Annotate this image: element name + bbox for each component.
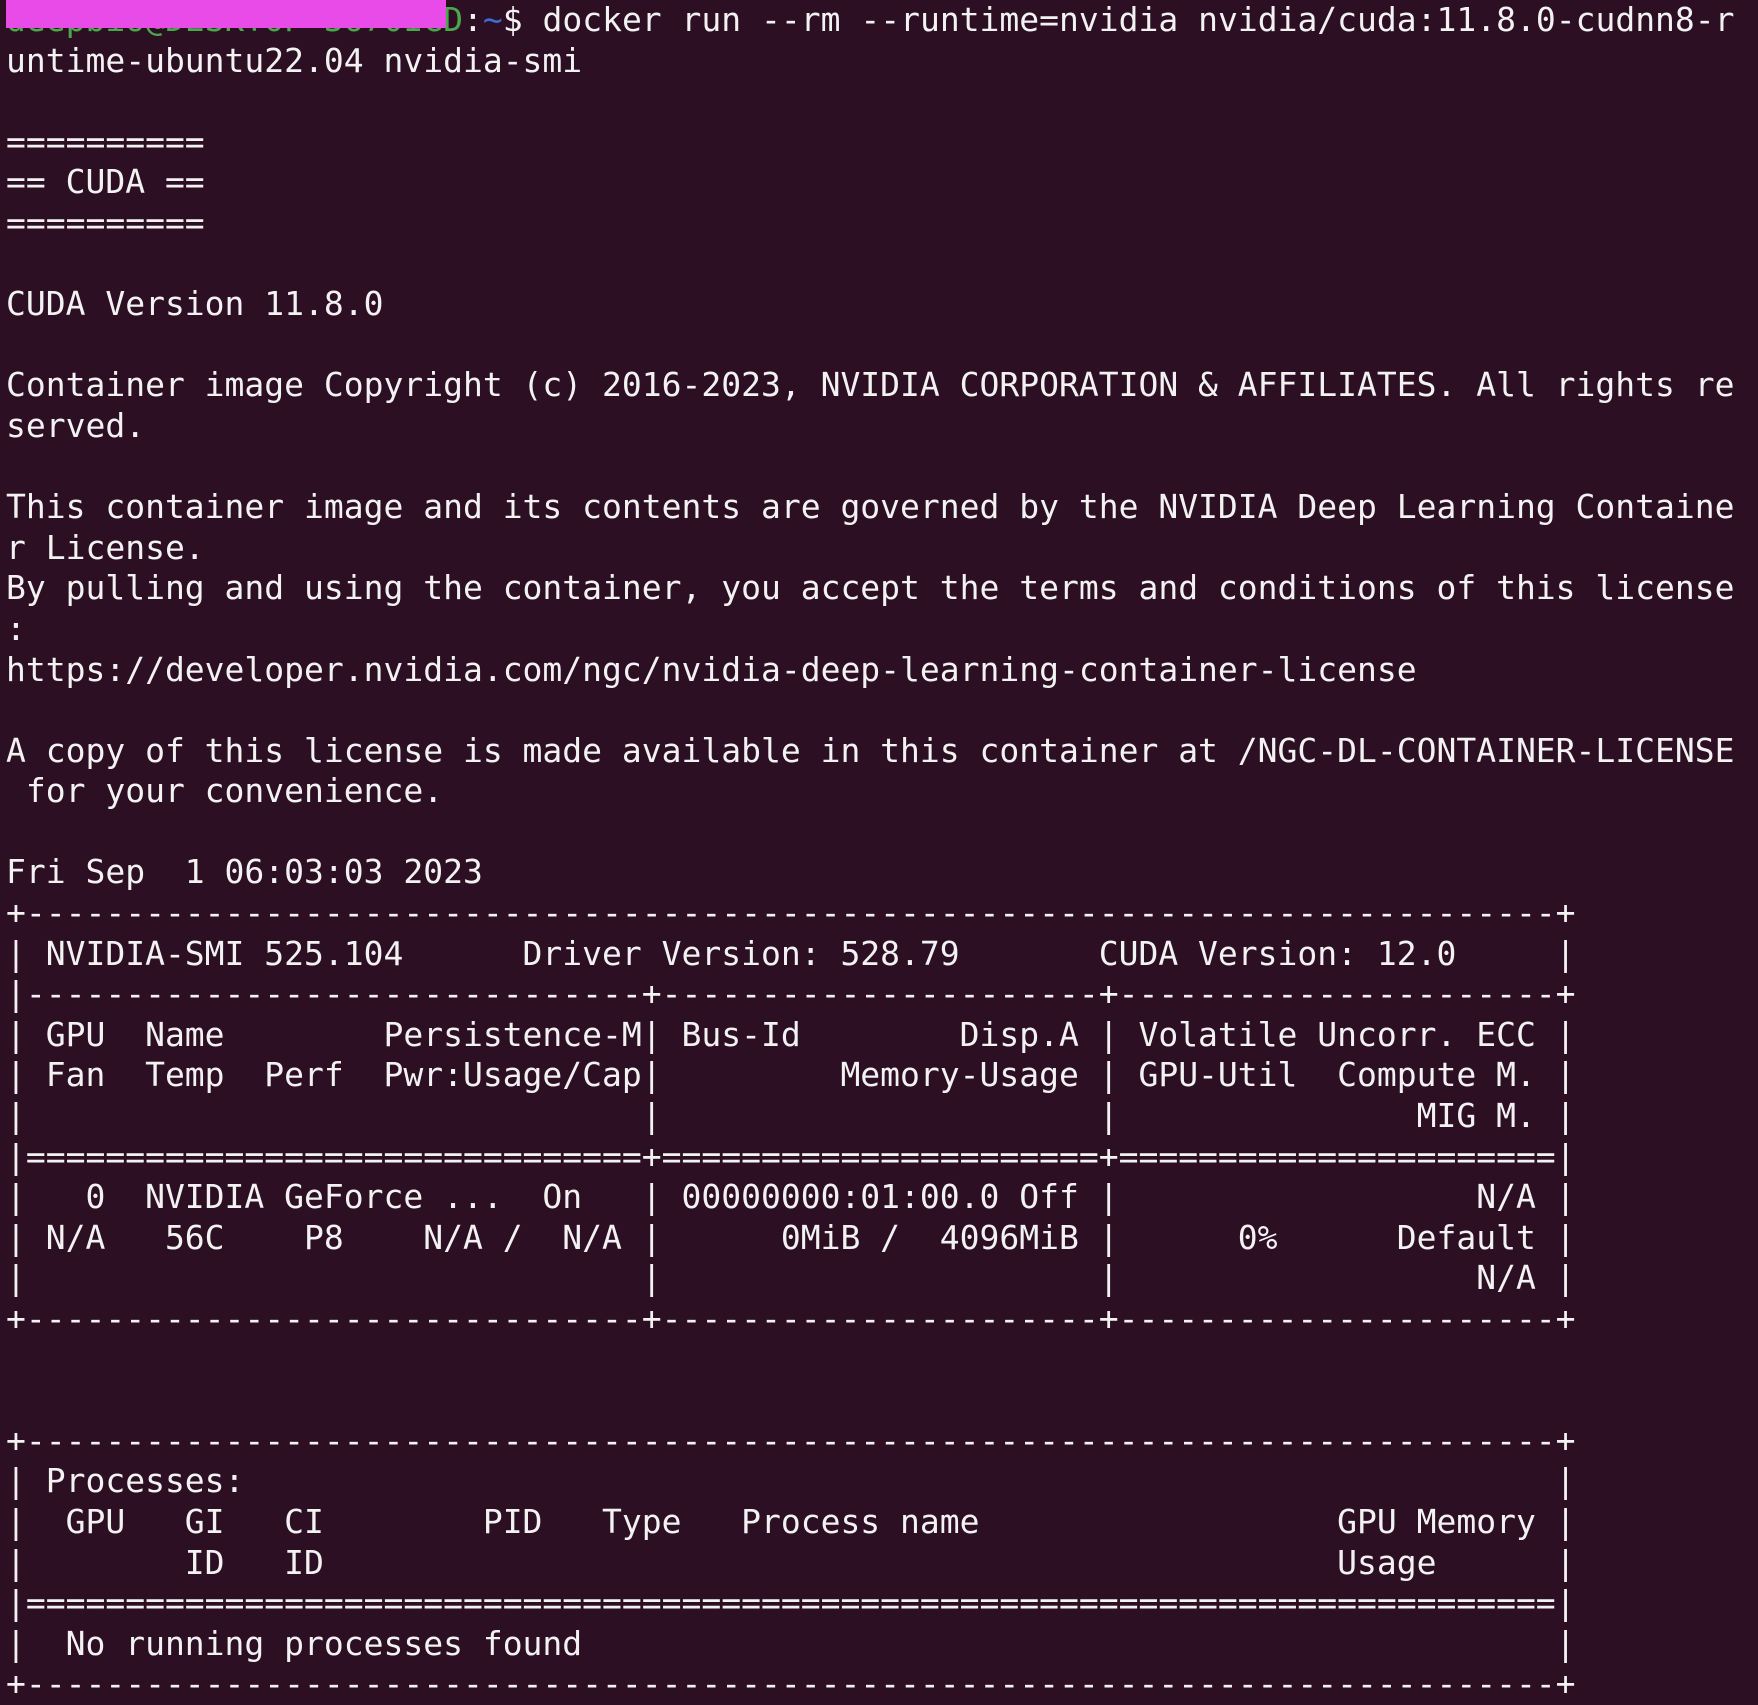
output-line: |-------------------------------+-------… (6, 974, 1576, 1014)
output-line: |=======================================… (6, 1583, 1576, 1623)
terminal-window[interactable]: deepbio@DESKTOP-3670IGD:~$ docker run --… (6, 0, 1752, 1703)
output-line: | N/A 56C P8 N/A / N/A | 0MiB / 4096MiB … (6, 1217, 1576, 1257)
output-line: : (6, 608, 26, 648)
output-line: +-------------------------------+-------… (6, 1299, 1576, 1338)
output-line: +---------------------------------------… (6, 893, 1576, 933)
output-line: | No running processes found | (6, 1623, 1576, 1663)
terminal-output: ========== == CUDA == ========== CUDA Versi… (6, 81, 1752, 1705)
output-line: | ID ID Usage | (6, 1542, 1576, 1582)
output-line: | Fan Temp Perf Pwr:Usage/Cap| Memory-Us… (6, 1055, 1576, 1095)
output-line: served. (6, 405, 146, 445)
output-line: == CUDA == (6, 162, 205, 202)
output-line: A copy of this license is made available… (6, 730, 1735, 770)
output-line: | NVIDIA-SMI 525.104 Driver Version: 528… (6, 933, 1576, 973)
prompt-separator: : (462, 0, 483, 39)
output-line: CUDA Version 11.8.0 (6, 284, 384, 324)
output-line: Fri Sep 1 06:03:03 2023 (6, 852, 483, 892)
prompt-symbol: $ (502, 0, 543, 39)
output-line: | 0 NVIDIA GeForce ... On | 00000000:01:… (6, 1177, 1576, 1217)
output-line: | | | MIG M. | (6, 1096, 1576, 1136)
output-line: r License. (6, 527, 205, 567)
output-line: ========== (6, 121, 205, 161)
output-line: | | | N/A | (6, 1258, 1576, 1298)
redacted-username-block (6, 0, 446, 28)
output-line: By pulling and using the container, you … (6, 568, 1735, 608)
output-line: +---------------------------------------… (6, 1664, 1576, 1704)
output-line: +---------------------------------------… (6, 1420, 1576, 1460)
output-line: | GPU GI CI PID Type Process name GPU Me… (6, 1501, 1576, 1541)
output-line: https://developer.nvidia.com/ngc/nvidia-… (6, 649, 1417, 689)
command-line-wrap: untime-ubuntu22.04 nvidia-smi (6, 40, 583, 80)
output-line: Container image Copyright (c) 2016-2023,… (6, 365, 1735, 405)
command-text: docker run --rm --runtime=nvidia nvidia/… (542, 0, 1735, 39)
output-line: This container image and its contents ar… (6, 487, 1735, 527)
prompt-path: ~ (482, 0, 503, 39)
output-line: for your convenience. (6, 771, 444, 811)
output-line: |===============================+=======… (6, 1136, 1576, 1176)
output-line: | GPU Name Persistence-M| Bus-Id Disp.A … (6, 1014, 1576, 1054)
output-line: | Processes: | (6, 1461, 1576, 1501)
output-line: ========== (6, 202, 205, 242)
